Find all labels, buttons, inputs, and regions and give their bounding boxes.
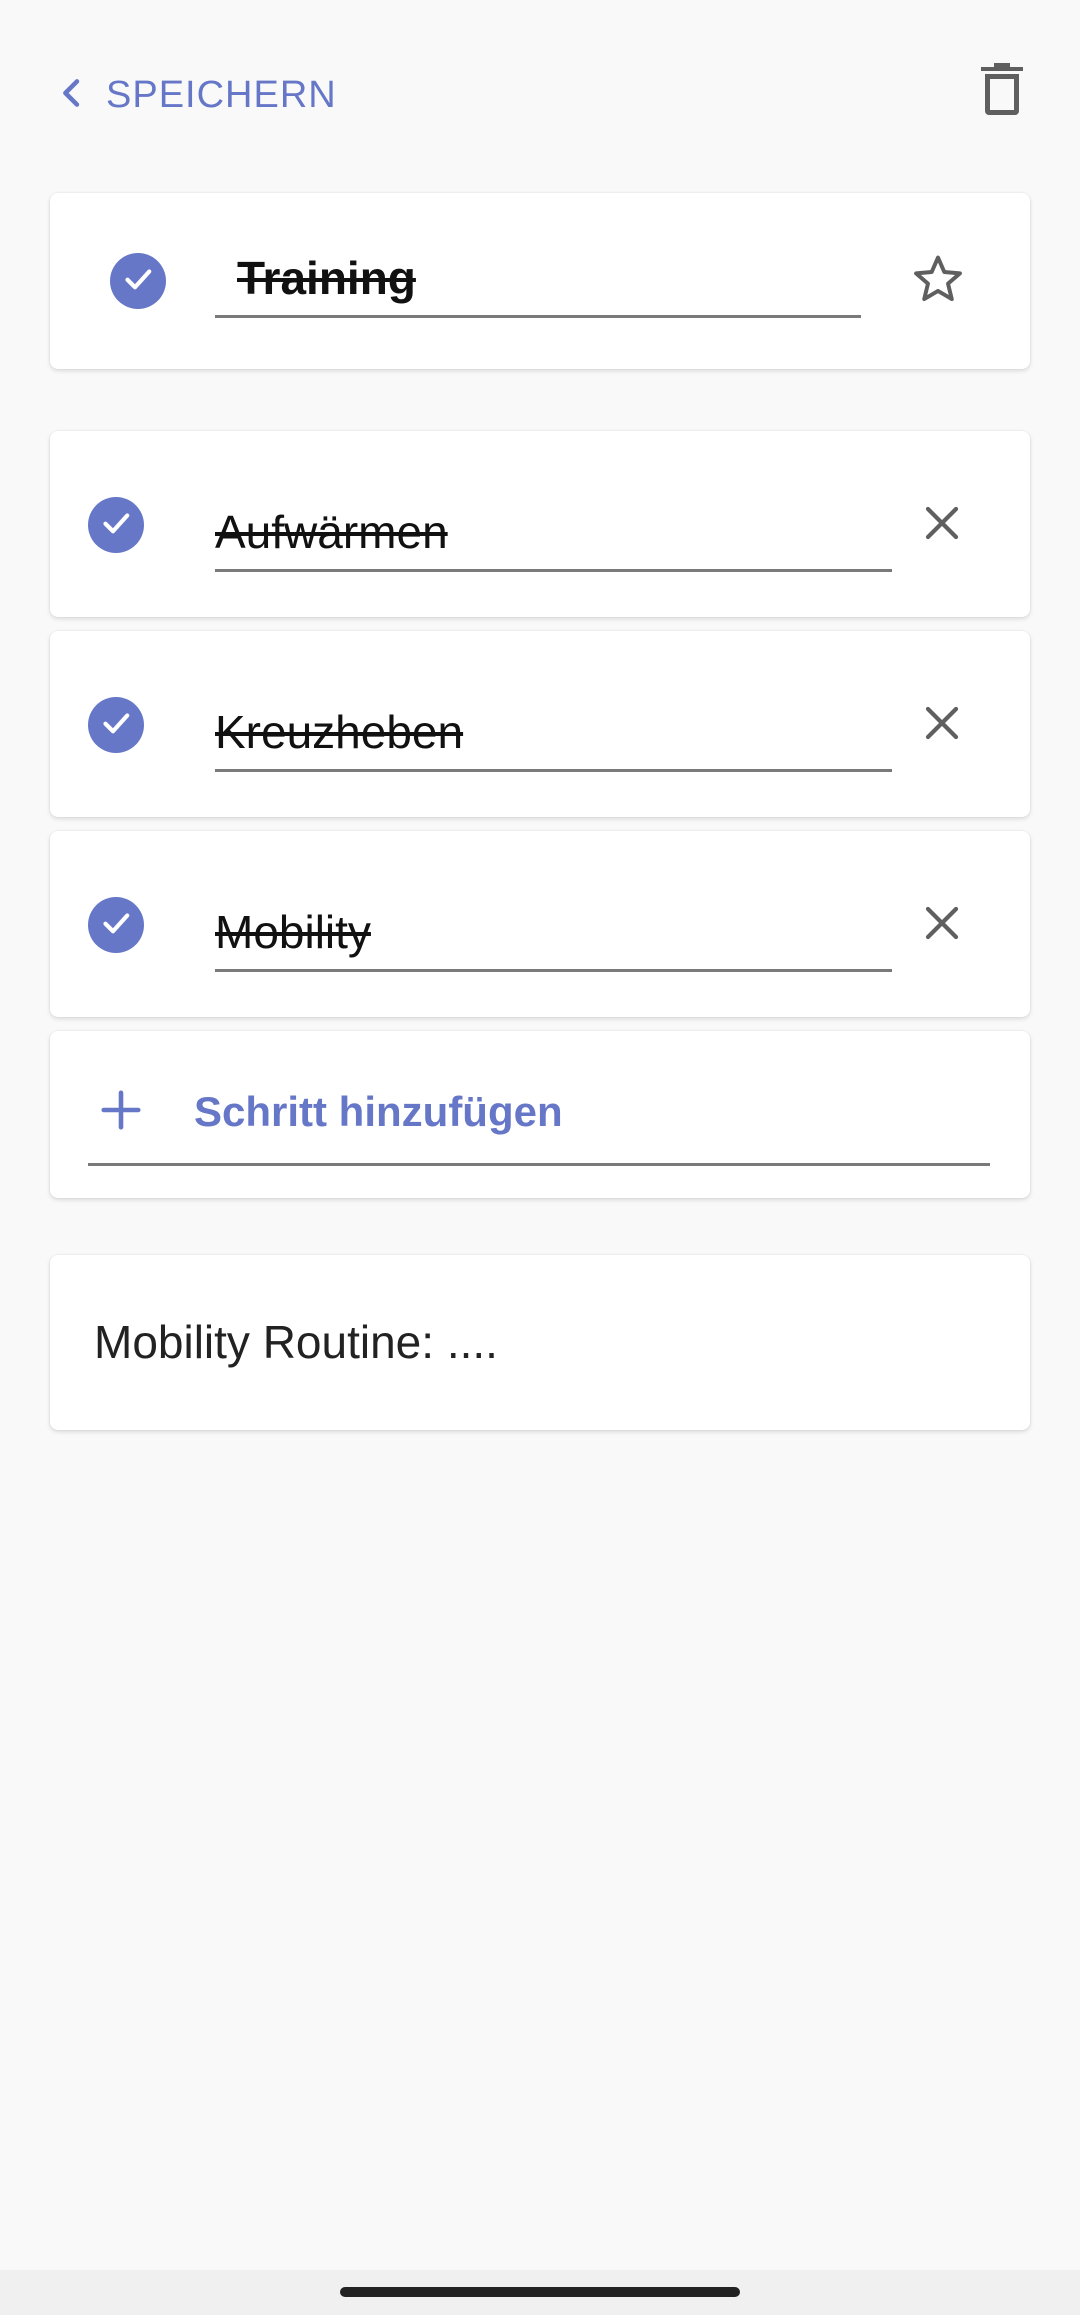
check-icon xyxy=(98,505,134,546)
task-title-card: Training xyxy=(50,193,1030,369)
add-step-card: Schritt hinzufügen xyxy=(50,1031,1030,1198)
check-icon xyxy=(120,261,156,302)
step-input[interactable]: Mobility xyxy=(215,887,892,972)
close-icon xyxy=(921,902,963,949)
step-complete-checkbox[interactable] xyxy=(88,897,144,953)
step-complete-checkbox[interactable] xyxy=(88,697,144,753)
step-text: Mobility xyxy=(215,906,371,958)
step-input[interactable]: Kreuzheben xyxy=(215,687,892,772)
save-back-button[interactable]: SPEICHERN xyxy=(50,60,337,130)
check-icon xyxy=(98,905,134,946)
task-complete-checkbox[interactable] xyxy=(110,253,166,309)
star-button[interactable] xyxy=(906,249,970,313)
remove-step-button[interactable] xyxy=(910,693,974,757)
step-card: Kreuzheben xyxy=(50,631,1030,817)
task-title-input[interactable]: Training xyxy=(215,233,861,318)
note-card[interactable]: Mobility Routine: .... xyxy=(50,1255,1030,1430)
note-text: Mobility Routine: .... xyxy=(94,1316,498,1368)
step-text: Aufwärmen xyxy=(215,506,448,558)
task-title-text: Training xyxy=(237,252,416,304)
top-bar: SPEICHERN xyxy=(0,0,1080,190)
add-step-button[interactable]: Schritt hinzufügen xyxy=(88,1061,990,1166)
remove-step-button[interactable] xyxy=(910,893,974,957)
plus-icon xyxy=(88,1087,144,1138)
step-complete-checkbox[interactable] xyxy=(88,497,144,553)
step-card: Aufwärmen xyxy=(50,431,1030,617)
step-text: Kreuzheben xyxy=(215,706,464,758)
step-input[interactable]: Aufwärmen xyxy=(215,487,892,572)
add-step-label: Schritt hinzufügen xyxy=(194,1088,563,1135)
close-icon xyxy=(921,502,963,549)
close-icon xyxy=(921,702,963,749)
star-outline-icon xyxy=(910,251,966,312)
remove-step-button[interactable] xyxy=(910,493,974,557)
trash-icon xyxy=(981,62,1023,120)
chevron-left-icon xyxy=(50,72,92,119)
save-label: SPEICHERN xyxy=(106,73,337,116)
home-indicator[interactable] xyxy=(340,2287,740,2297)
step-card: Mobility xyxy=(50,831,1030,1017)
check-icon xyxy=(98,705,134,746)
delete-button[interactable] xyxy=(972,56,1032,126)
